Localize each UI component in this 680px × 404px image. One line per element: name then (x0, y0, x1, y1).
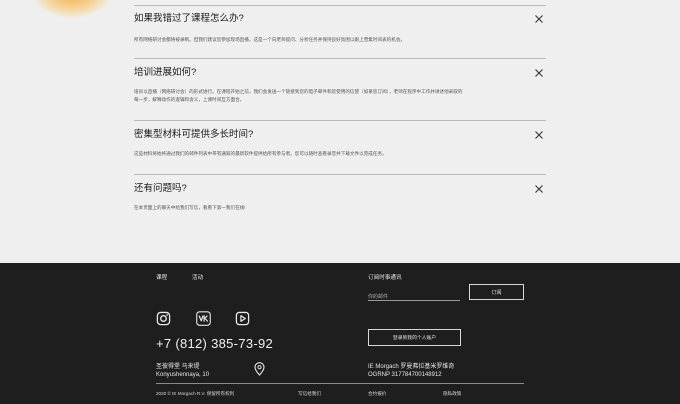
faq-question: 如果我错过了课程怎么办? (134, 13, 244, 24)
faq-divider (134, 5, 546, 6)
site-footer: 课程 活动 订阅时事通讯 订阅 +7 (812) 385-73-92 登录到我的… (0, 263, 680, 404)
address-text: 圣彼得堡 马来堤 Konyushennaya, 10 (156, 364, 210, 378)
copyright-text: 2020 © IE Morgach R.V. 保留所有权利 (156, 391, 235, 396)
footer-link-privacy[interactable]: 隐私政策 (443, 391, 461, 397)
youtube-icon[interactable] (235, 311, 250, 326)
decorative-gradient-blob (32, 0, 112, 18)
faq-question: 还有问题吗? (134, 183, 187, 194)
faq-divider (134, 120, 546, 121)
email-field[interactable] (368, 290, 460, 304)
footer-link-events[interactable]: 活动 (192, 273, 203, 281)
newsletter-label: 订阅时事通讯 (368, 275, 402, 281)
location-pin-icon[interactable] (254, 362, 265, 376)
footer-link-offer[interactable]: 合约报价 (368, 391, 386, 397)
faq-divider (134, 174, 546, 175)
close-icon[interactable] (534, 130, 544, 140)
footer-divider (156, 383, 524, 384)
email-field-wrapper (368, 285, 460, 304)
instagram-icon[interactable] (156, 311, 171, 326)
faq-answer: 在本页面上的聊天中给我们写信，看看下第一我们在线! (134, 205, 246, 210)
faq-answer-line: 每一步，解释动作的逻辑和含义，上课时间互方面合。 (134, 97, 245, 102)
faq-question: 培训进展如何? (134, 67, 197, 78)
company-info: IE Morgach 罗曼弗拉基米罗维奇 OGRNP 3177847001489… (368, 363, 454, 379)
faq-answer: 这些材料将始终通过我们的邮件列表中带有通知的最新软件提供给所有参与者。您可以随时… (134, 151, 387, 156)
personal-account-button[interactable]: 登录到我的个人账户 (368, 329, 461, 346)
faq-answer-line: 培训以直播（网络研讨会）的形式进行。在课程开始之前，我们会发送一个链接到您的电子… (134, 89, 463, 94)
subscribe-button[interactable]: 订阅 (469, 284, 524, 300)
faq-answer: 所有网络研讨会都将被录制。但我们建议您参加现场直播，这是一个向老师提问、分析任务… (134, 37, 406, 42)
company-ogrnp: OGRNP 317784700148912 (368, 372, 442, 378)
close-icon[interactable] (534, 14, 544, 24)
faq-question: 密集型材料可提供多长时间? (134, 129, 254, 140)
vk-icon[interactable] (196, 311, 211, 326)
footer-link-courses[interactable]: 课程 (156, 273, 167, 281)
phone-number[interactable]: +7 (812) 385-73-92 (156, 336, 273, 351)
footer-link-write-us[interactable]: 写信给我们 (298, 391, 321, 397)
company-name: IE Morgach 罗曼弗拉基米罗维奇 (368, 364, 455, 370)
close-icon[interactable] (534, 184, 544, 194)
close-icon[interactable] (534, 68, 544, 78)
faq-divider (134, 58, 546, 59)
